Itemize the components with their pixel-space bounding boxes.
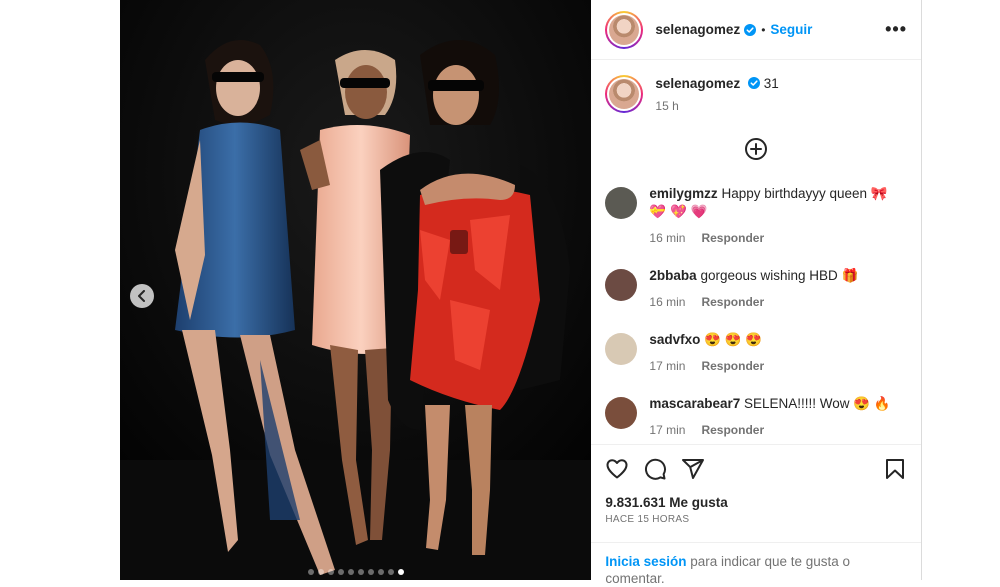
reply-button[interactable]: Responder [701, 293, 764, 311]
comment-item: sadvfxo 😍 😍 😍 17 min Responder [591, 331, 921, 375]
post-header: selenagomez • Seguir ••• [591, 0, 921, 60]
comment-item: mascarabear7 SELENA!!!!! Wow 😍 🔥 17 min Re… [591, 395, 921, 439]
commenter-avatar[interactable] [605, 187, 638, 219]
comment-text: 😍 😍 😍 [704, 332, 763, 347]
caption-time: 15 h [655, 99, 679, 113]
comment-icon[interactable] [643, 457, 667, 481]
comment-item: emilygmzz Happy birthdayyy queen 🎀 💝 💖 💗… [591, 185, 921, 247]
login-prompt: Inicia sesión para indicar que te gusta … [591, 542, 922, 587]
chevron-left-icon [138, 290, 145, 302]
carousel-dot [397, 569, 404, 575]
comment-item: 2bbaba gorgeous wishing HBD 🎁 16 min Respo… [591, 267, 921, 311]
comment-time: 17 min [649, 423, 686, 437]
post-time-ago: HACE 15 HORAS [605, 514, 690, 525]
commenter-username[interactable]: emilygmzz [649, 186, 717, 201]
commenter-avatar[interactable] [605, 333, 638, 365]
commenter-avatar[interactable] [605, 269, 638, 301]
comment-text: SELENA!!!!! Wow 😍 🔥 [744, 396, 891, 411]
verified-badge-icon [744, 23, 757, 36]
share-icon[interactable] [681, 457, 705, 481]
add-circle-icon[interactable] [744, 137, 768, 161]
reply-button[interactable]: Responder [701, 229, 764, 247]
likes-count[interactable]: 9.831.631 Me gusta [591, 481, 921, 510]
carousel-indicator [120, 569, 591, 575]
heart-icon[interactable] [605, 457, 629, 481]
carousel-dot [347, 569, 354, 575]
load-more-comments [591, 115, 921, 185]
reply-button[interactable]: Responder [701, 357, 764, 375]
caption-text: 31 [763, 76, 779, 91]
author-username[interactable]: selenagomez [655, 22, 740, 37]
carousel-dot [327, 569, 334, 575]
carousel-dot [337, 569, 344, 575]
carousel-dot [387, 569, 394, 575]
more-options-icon[interactable]: ••• [885, 19, 907, 40]
post-side-panel: selenagomez • Seguir ••• selenagomez 31 … [591, 0, 922, 586]
post-caption: selenagomez 31 15 h [591, 61, 921, 115]
carousel-dot [317, 569, 324, 575]
follow-button[interactable]: Seguir [770, 22, 812, 37]
commenter-username[interactable]: sadvfxo [649, 332, 700, 347]
commenter-avatar[interactable] [605, 397, 638, 429]
comments-list: emilygmzz Happy birthdayyy queen 🎀 💝 💖 💗… [591, 185, 921, 439]
author-avatar[interactable] [605, 10, 644, 49]
header-separator: • [761, 22, 766, 37]
caption-author-avatar[interactable] [605, 75, 644, 113]
commenter-username[interactable]: 2bbaba [649, 268, 696, 283]
carousel-dot [307, 569, 314, 575]
post-photo [120, 0, 592, 580]
carousel-dot [357, 569, 364, 575]
action-icons-row [591, 445, 921, 481]
post-media [120, 0, 592, 580]
carousel-prev-button[interactable] [130, 284, 154, 308]
caption-username[interactable]: selenagomez [655, 76, 740, 91]
comment-time: 16 min [649, 231, 686, 245]
comment-time: 16 min [649, 295, 686, 309]
post-actions-section: 9.831.631 Me gusta HACE 15 HORAS Inicia … [591, 444, 922, 586]
commenter-username[interactable]: mascarabear7 [649, 396, 740, 411]
verified-badge-icon [747, 77, 760, 89]
carousel-dot [377, 569, 384, 575]
carousel-dot [367, 569, 374, 575]
post-dialog: selenagomez • Seguir ••• selenagomez 31 … [120, 0, 922, 586]
reply-button[interactable]: Responder [701, 421, 764, 439]
login-link[interactable]: Inicia sesión [605, 554, 686, 569]
bookmark-icon[interactable] [883, 457, 907, 481]
comment-time: 17 min [649, 359, 686, 373]
comment-text: gorgeous wishing HBD 🎁 [700, 268, 859, 283]
comments-scroll-area[interactable]: selenagomez 31 15 h emilygmzz Happy birt… [591, 61, 921, 444]
